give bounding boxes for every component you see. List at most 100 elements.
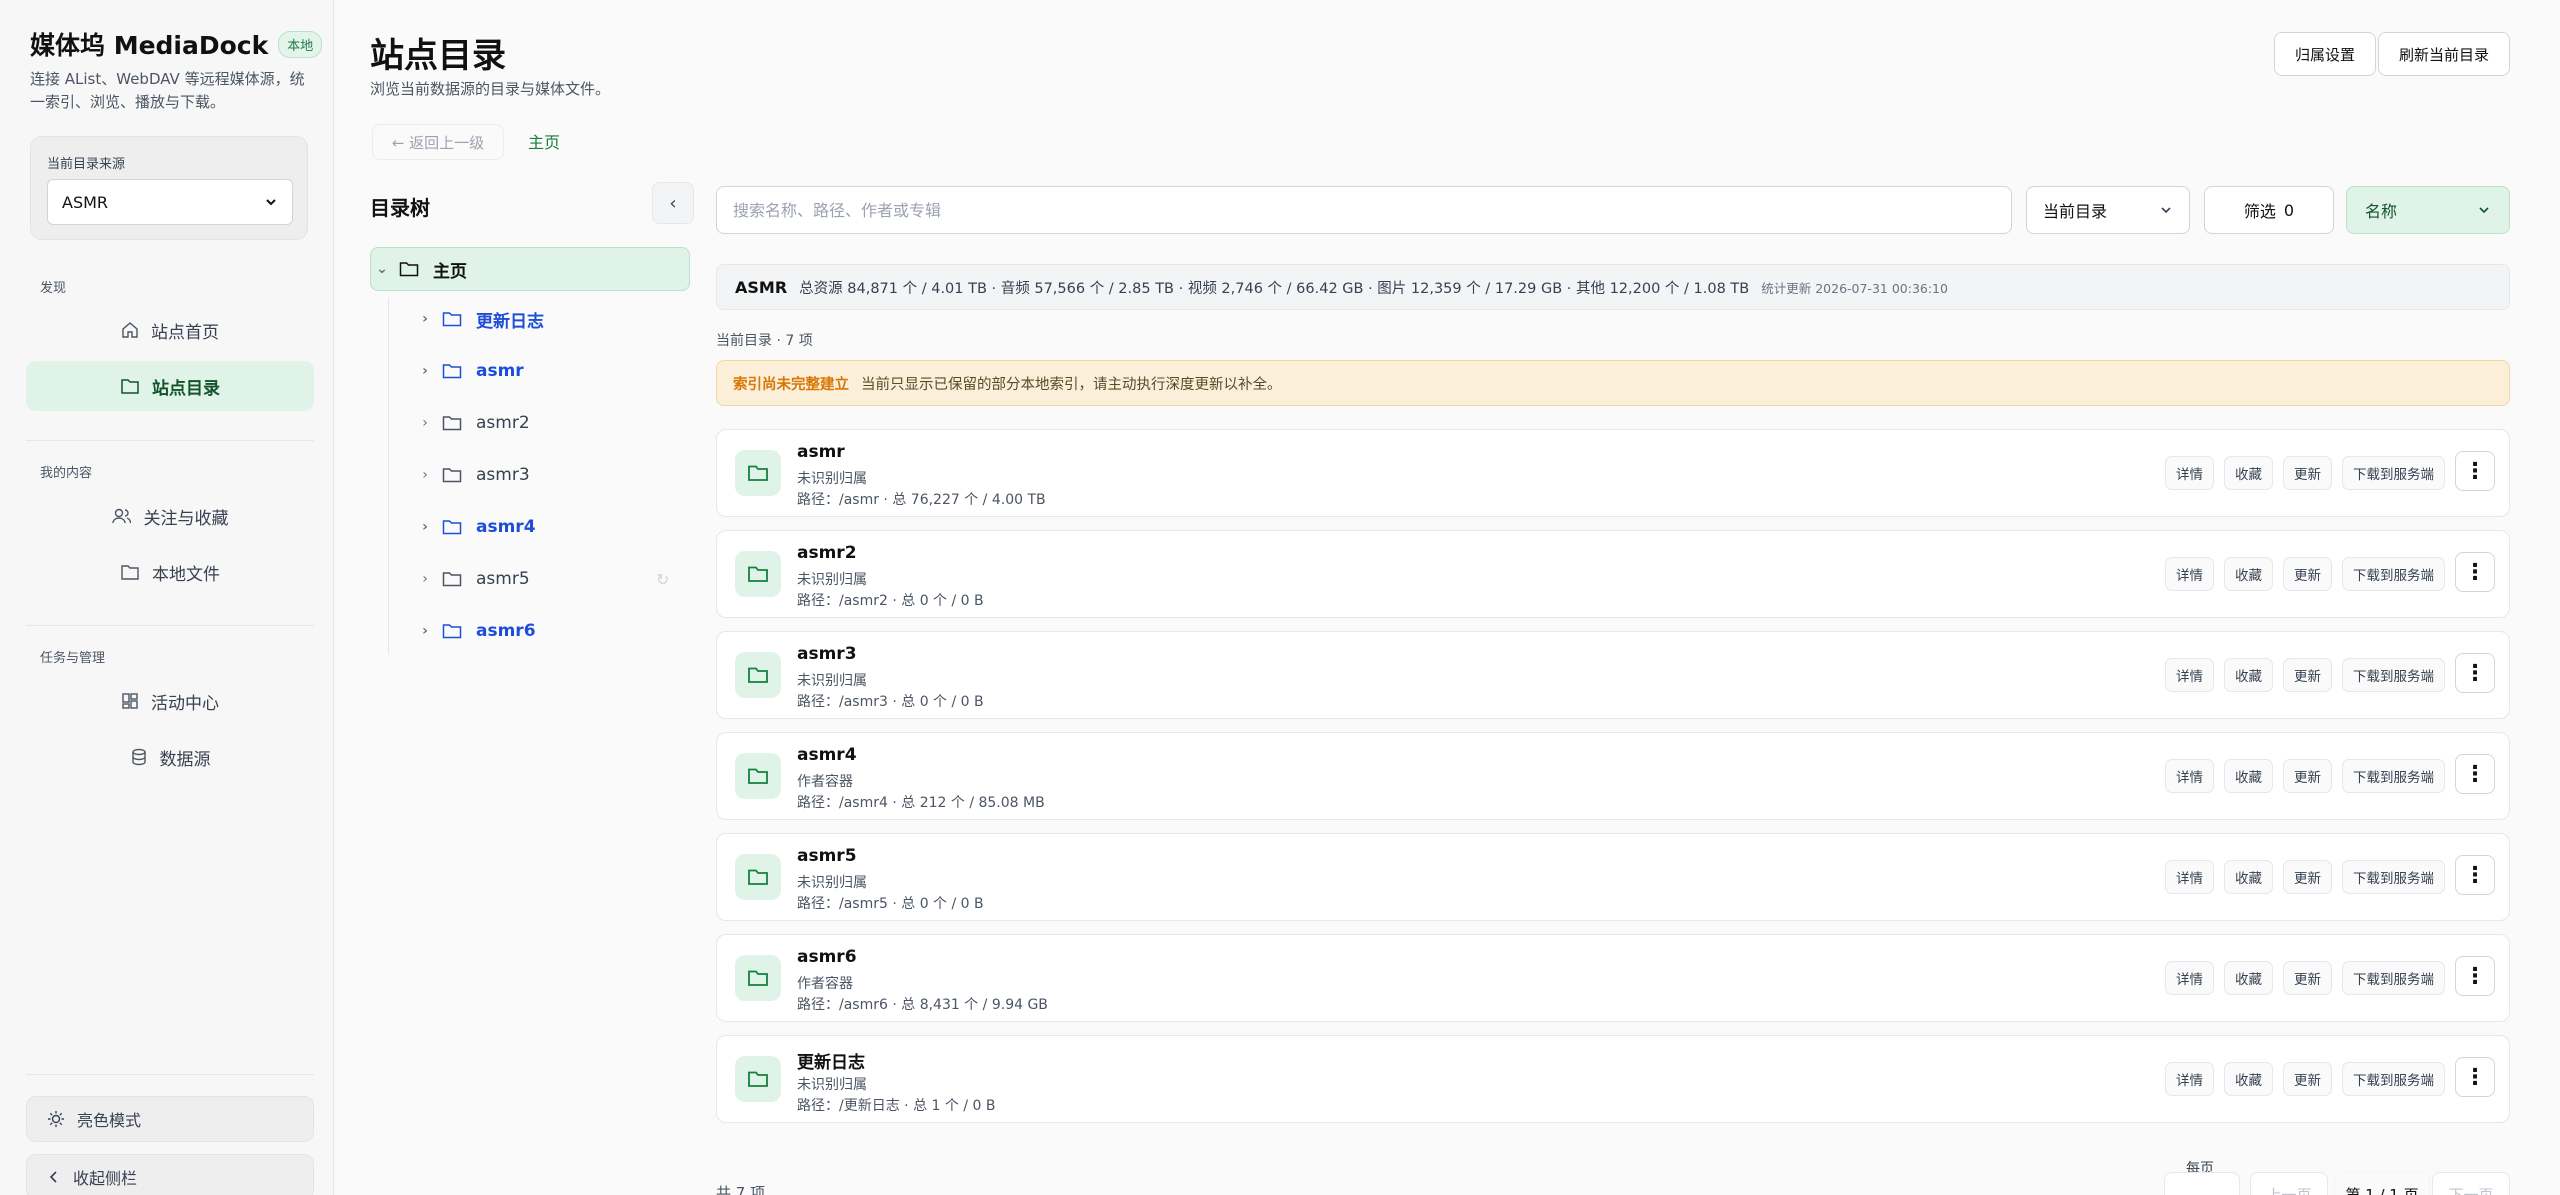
list-item[interactable]: asmr4 作者容器 路径：/asmr4 · 总 212 个 / 85.08 M… (716, 732, 2510, 820)
download-to-server-button[interactable]: 下载到服务端 (2342, 1061, 2445, 1096)
tree-node[interactable]: › asmr2 (414, 401, 684, 445)
tree-node[interactable]: › asmr (414, 349, 684, 393)
source-label: 当前目录来源 (47, 157, 126, 172)
tree-node[interactable]: › asmr4 (414, 505, 684, 549)
tree-collapse-button[interactable]: ‹ (652, 182, 694, 224)
download-to-server-button[interactable]: 下载到服务端 (2342, 960, 2445, 995)
favorite-button[interactable]: 收藏 (2224, 960, 2273, 995)
update-button[interactable]: 更新 (2283, 556, 2332, 591)
download-to-server-button[interactable]: 下载到服务端 (2342, 657, 2445, 692)
more-icon[interactable]: ⋮ (2455, 956, 2495, 996)
details-button[interactable]: 详情 (2165, 859, 2214, 894)
more-icon[interactable]: ⋮ (2455, 1057, 2495, 1097)
list-item[interactable]: asmr5 未识别归属 路径：/asmr5 · 总 0 个 / 0 B 详情 收… (716, 833, 2510, 921)
prev-page-button[interactable]: 上一页 (2250, 1172, 2328, 1195)
details-button[interactable]: 详情 (2165, 960, 2214, 995)
warning-title: 索引尚未完整建立 (733, 376, 849, 393)
list-item[interactable]: asmr3 未识别归属 路径：/asmr3 · 总 0 个 / 0 B 详情 收… (716, 631, 2510, 719)
item-meta: 路径：/asmr · 总 76,227 个 / 4.00 TB (797, 492, 1046, 508)
favorite-button[interactable]: 收藏 (2224, 455, 2273, 490)
favorite-button[interactable]: 收藏 (2224, 1061, 2273, 1096)
download-to-server-button[interactable]: 下载到服务端 (2342, 556, 2445, 591)
chevron-right-icon: › (422, 467, 428, 483)
favorite-button[interactable]: 收藏 (2224, 758, 2273, 793)
nav-local-files[interactable]: 本地文件 (26, 547, 314, 597)
list-item[interactable]: asmr 未识别归属 路径：/asmr · 总 76,227 个 / 4.00 … (716, 429, 2510, 517)
update-button[interactable]: 更新 (2283, 657, 2332, 692)
list-item[interactable]: 更新日志 未识别归属 路径：/更新日志 · 总 1 个 / 0 B 详情 收藏 … (716, 1035, 2510, 1123)
per-page-select[interactable] (2164, 1172, 2240, 1195)
collapse-sidebar-button[interactable]: 收起侧栏 (26, 1154, 314, 1195)
nav-datasource[interactable]: 数据源 (26, 732, 314, 782)
filter-button[interactable]: 筛选 0 (2204, 186, 2334, 234)
update-button[interactable]: 更新 (2283, 758, 2332, 793)
item-actions: 详情 收藏 更新 下载到服务端 ⋮ (2165, 855, 2495, 895)
download-to-server-button[interactable]: 下载到服务端 (2342, 758, 2445, 793)
folder-icon (442, 467, 462, 483)
breadcrumb-home[interactable]: 主页 (528, 129, 560, 153)
update-button[interactable]: 更新 (2283, 859, 2332, 894)
tree-node[interactable]: › asmr3 (414, 453, 684, 497)
list-item[interactable]: asmr2 未识别归属 路径：/asmr2 · 总 0 个 / 0 B 详情 收… (716, 530, 2510, 618)
search-input[interactable] (716, 186, 2012, 234)
tree-node-label: asmr3 (476, 465, 530, 485)
chevron-left-icon (47, 1170, 61, 1184)
stats-updated: 统计更新 2026-07-31 00:36:10 (1761, 280, 1948, 296)
nav-site-directory[interactable]: 站点目录 (26, 361, 314, 411)
divider (26, 440, 314, 441)
item-name: asmr3 (797, 644, 857, 664)
more-icon[interactable]: ⋮ (2455, 754, 2495, 794)
item-name: asmr2 (797, 543, 857, 563)
chevron-left-icon: ‹ (669, 192, 677, 214)
index-warning: 索引尚未完整建立 当前只显示已保留的部分本地索引，请主动执行深度更新以补全。 (716, 360, 2510, 406)
more-icon[interactable]: ⋮ (2455, 855, 2495, 895)
source-select[interactable]: ASMR (47, 179, 293, 225)
tree-node-label: asmr6 (476, 621, 536, 641)
nav-activity-center[interactable]: 活动中心 (26, 676, 314, 726)
details-button[interactable]: 详情 (2165, 657, 2214, 692)
total-count: 共 7 项 (716, 1184, 766, 1195)
scope-select[interactable]: 当前目录 (2026, 186, 2190, 234)
tree-node-label: asmr (476, 361, 524, 381)
more-icon[interactable]: ⋮ (2455, 653, 2495, 693)
favorite-button[interactable]: 收藏 (2224, 556, 2273, 591)
more-icon[interactable]: ⋮ (2455, 451, 2495, 491)
tree-node[interactable]: › 更新日志 (414, 297, 684, 341)
list-item[interactable]: asmr6 作者容器 路径：/asmr6 · 总 8,431 个 / 9.94 … (716, 934, 2510, 1022)
nav-site-home[interactable]: 站点首页 (26, 305, 314, 355)
nav-follow-favorites[interactable]: 关注与收藏 (26, 491, 314, 541)
more-icon[interactable]: ⋮ (2455, 552, 2495, 592)
folder-icon (120, 563, 140, 581)
tree-node-label: asmr4 (476, 517, 536, 537)
download-to-server-button[interactable]: 下载到服务端 (2342, 859, 2445, 894)
favorite-button[interactable]: 收藏 (2224, 859, 2273, 894)
details-button[interactable]: 详情 (2165, 1061, 2214, 1096)
back-button[interactable]: ← 返回上一级 (372, 124, 504, 160)
nav-follow-favorites-label: 关注与收藏 (143, 508, 229, 529)
chevron-down-icon: ⌄ (376, 261, 388, 277)
brand-description: 连接 AList、WebDAV 等远程媒体源，统一索引、浏览、播放与下载。 (30, 70, 305, 111)
update-button[interactable]: 更新 (2283, 455, 2332, 490)
source-card: 当前目录来源 ASMR (30, 136, 308, 240)
tree-node[interactable]: › asmr6 (414, 609, 684, 653)
sort-select[interactable]: 名称 (2346, 186, 2510, 234)
favorite-button[interactable]: 收藏 (2224, 657, 2273, 692)
folder-icon (442, 623, 462, 639)
details-button[interactable]: 详情 (2165, 556, 2214, 591)
tree-node[interactable]: › asmr5 (414, 557, 684, 601)
details-button[interactable]: 详情 (2165, 758, 2214, 793)
refresh-directory-button[interactable]: 刷新当前目录 (2378, 32, 2510, 76)
nav-activity-center-label: 活动中心 (151, 693, 219, 714)
chevron-down-icon (264, 195, 278, 209)
item-type: 未识别归属 (797, 1077, 867, 1093)
theme-toggle-button[interactable]: 亮色模式 (26, 1096, 314, 1142)
owner-settings-button[interactable]: 归属设置 (2274, 32, 2376, 76)
update-button[interactable]: 更新 (2283, 960, 2332, 995)
stats-source: ASMR (735, 277, 788, 297)
details-button[interactable]: 详情 (2165, 455, 2214, 490)
tree-node-root[interactable]: ⌄ 主页 (370, 247, 690, 291)
next-page-button[interactable]: 下一页 (2432, 1172, 2510, 1195)
download-to-server-button[interactable]: 下载到服务端 (2342, 455, 2445, 490)
update-button[interactable]: 更新 (2283, 1061, 2332, 1096)
folder-icon (735, 753, 781, 799)
